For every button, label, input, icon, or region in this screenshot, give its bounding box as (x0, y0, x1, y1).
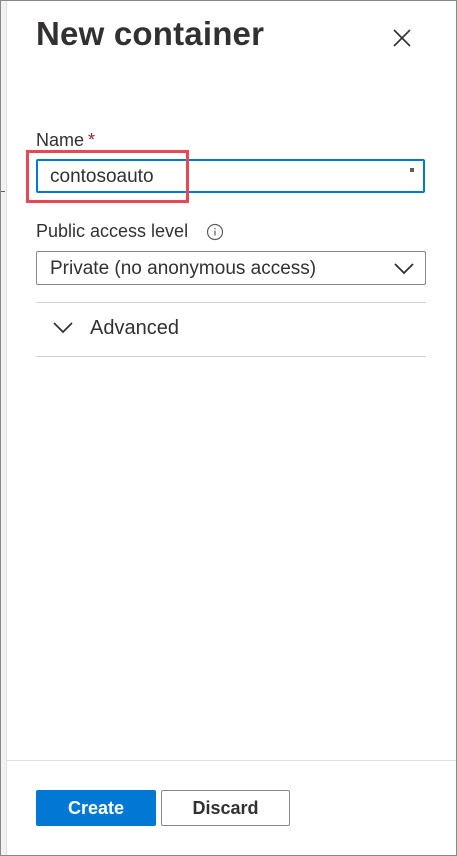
chevron-down-icon (394, 263, 414, 275)
section-divider-bottom (36, 356, 426, 357)
advanced-label: Advanced (90, 317, 179, 339)
footer-divider (7, 760, 456, 761)
name-input-value: contosoauto (50, 166, 154, 187)
close-icon (393, 29, 411, 47)
access-level-dropdown[interactable]: Private (no anonymous access) (36, 251, 426, 285)
close-button[interactable] (385, 21, 419, 55)
window-frame: New container Name * contosoauto Public a… (0, 0, 457, 856)
name-label-text: Name (36, 130, 85, 150)
strip-mark (1, 191, 5, 192)
info-icon[interactable] (206, 223, 224, 241)
access-level-selected: Private (no anonymous access) (50, 258, 317, 279)
create-button[interactable]: Create (36, 790, 156, 826)
new-container-panel: New container Name * contosoauto Public a… (7, 1, 456, 855)
advanced-section-toggle[interactable]: Advanced (36, 303, 426, 356)
chevron-down-icon (53, 322, 73, 334)
access-level-label: Public access level (36, 221, 189, 241)
name-input[interactable]: contosoauto (36, 159, 425, 193)
name-label: Name * (36, 130, 95, 151)
page-title: New container (36, 15, 265, 52)
text-caret (187, 165, 188, 187)
discard-button[interactable]: Discard (161, 790, 290, 826)
input-indicator (410, 168, 414, 172)
required-marker: * (88, 130, 96, 150)
